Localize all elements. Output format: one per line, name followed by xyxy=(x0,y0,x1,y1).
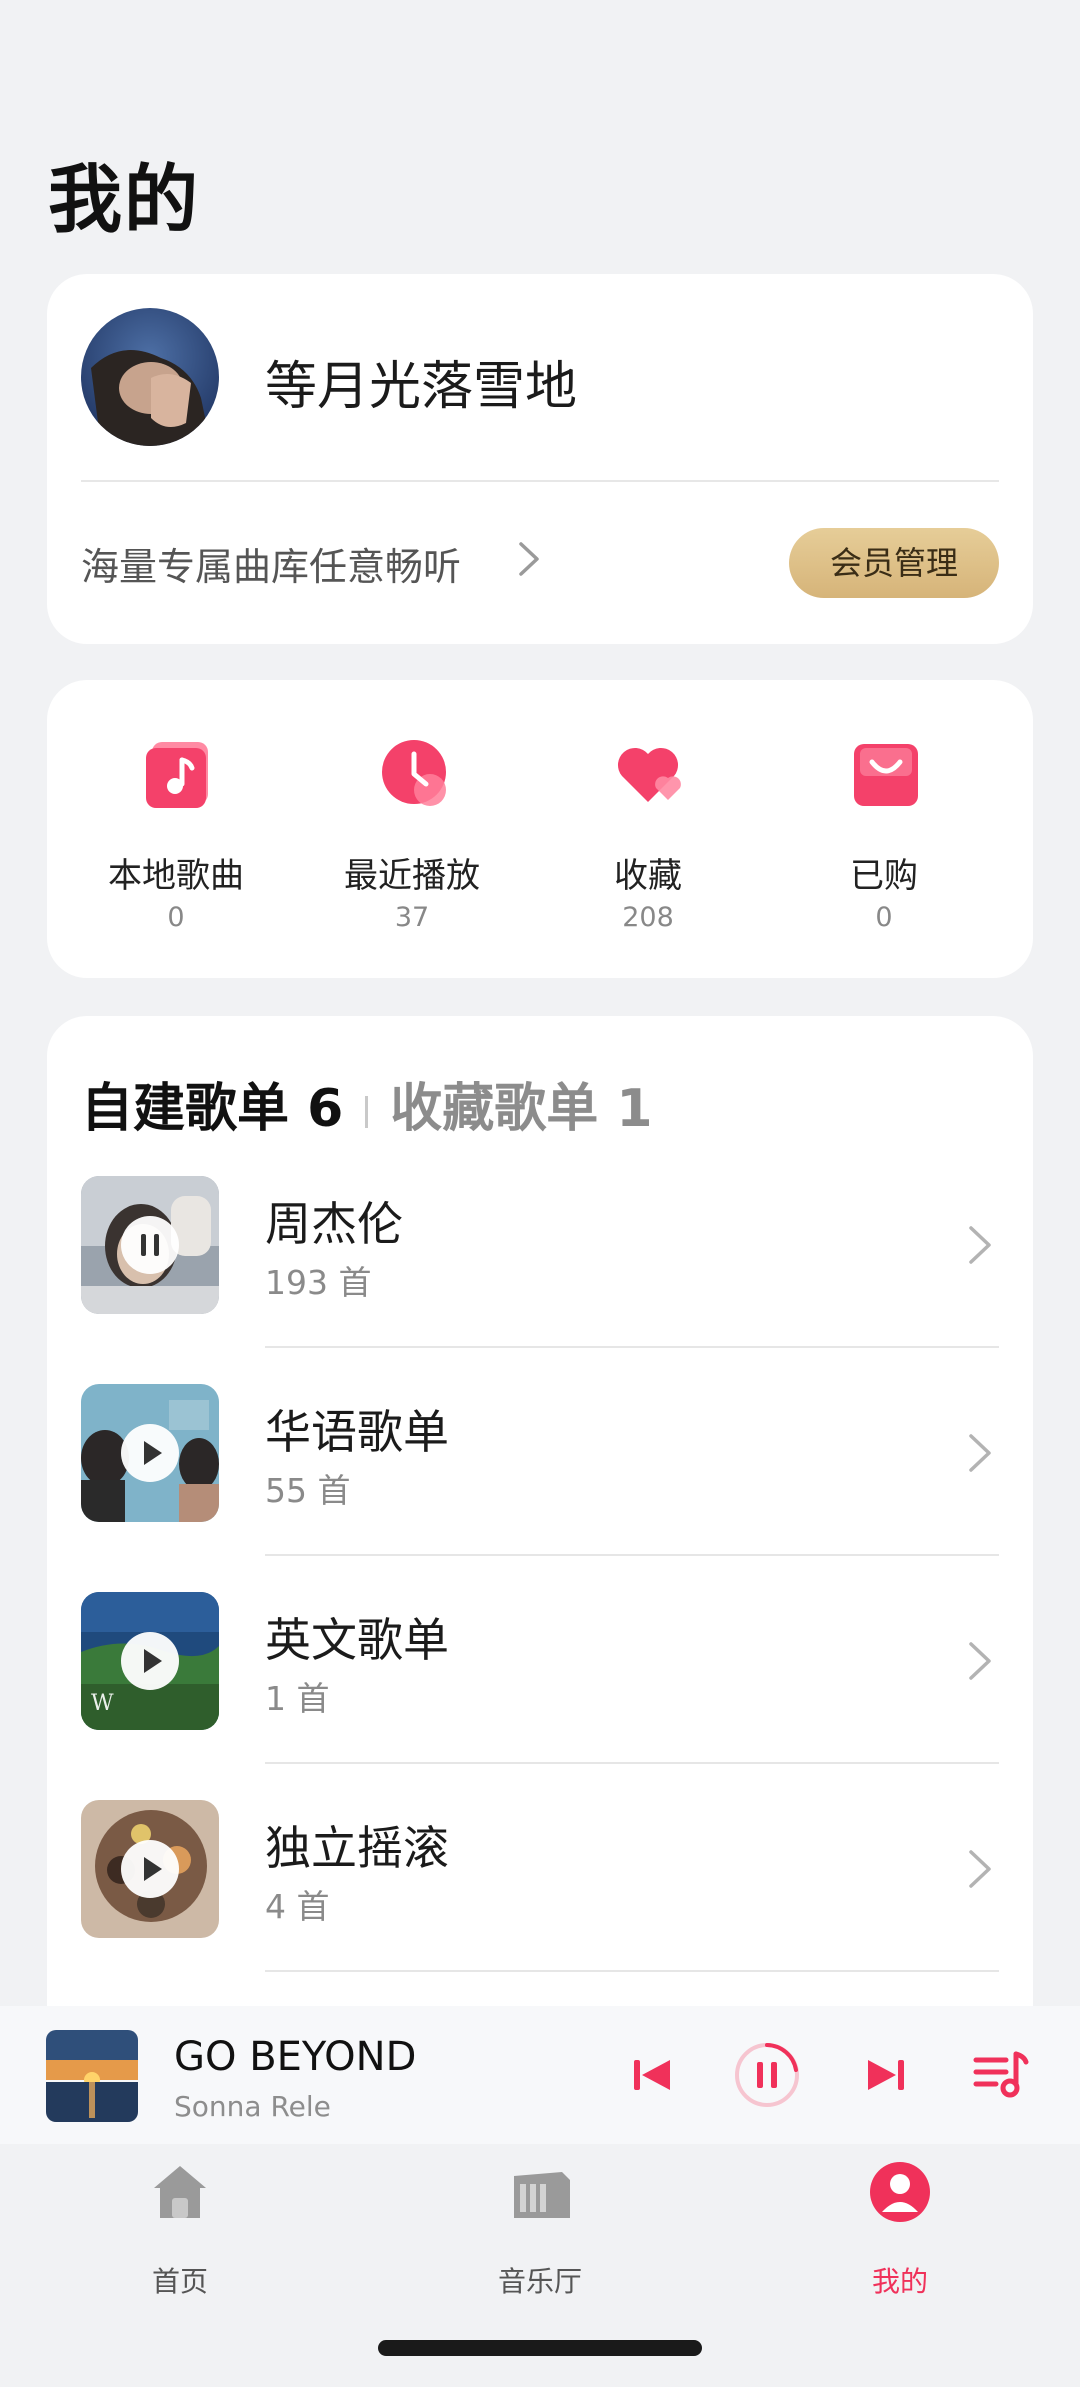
home-icon xyxy=(154,2166,206,2218)
playlist-row[interactable]: 独立摇滚 4 首 xyxy=(47,1800,1033,2008)
mini-player[interactable]: GO BEYOND Sonna Rele xyxy=(0,2006,1080,2144)
playlist-count: 4 首 xyxy=(265,1887,330,1926)
playlist-cover[interactable] xyxy=(81,1800,219,1938)
now-playing-artist: Sonna Rele xyxy=(174,2090,331,2123)
quick-local-songs[interactable]: 本地歌曲 0 xyxy=(61,680,291,978)
quick-label: 已购 xyxy=(850,856,918,896)
row-divider xyxy=(265,1554,999,1556)
shopping-bag-icon xyxy=(854,744,918,806)
playlist-title: 周杰伦 xyxy=(265,1197,403,1251)
play-icon[interactable] xyxy=(121,1840,179,1898)
playlist-cover[interactable] xyxy=(81,1384,219,1522)
now-playing-cover[interactable] xyxy=(46,2030,138,2122)
playlist-queue-icon[interactable] xyxy=(968,2042,1034,2108)
quick-label: 本地歌曲 xyxy=(108,856,244,896)
profile-card[interactable]: 等月光落雪地 海量专属曲库任意畅听 会员管理 xyxy=(47,274,1033,644)
svg-text:W: W xyxy=(91,1691,114,1716)
tab-created-playlists[interactable]: 自建歌单 6 xyxy=(81,1079,343,1139)
playlist-title: 独立摇滚 xyxy=(265,1821,449,1875)
previous-track-icon[interactable] xyxy=(620,2042,686,2108)
now-playing-title: GO BEYOND xyxy=(174,2034,417,2080)
chevron-right-icon[interactable] xyxy=(509,536,549,582)
quick-count: 37 xyxy=(394,902,430,933)
chevron-right-icon[interactable] xyxy=(965,1636,995,1686)
nav-label: 首页 xyxy=(151,2265,208,2298)
nav-music-hall[interactable]: 音乐厅 xyxy=(440,2160,640,2300)
quick-favorites[interactable]: 收藏 208 xyxy=(533,680,763,978)
next-track-icon[interactable] xyxy=(852,2042,918,2108)
chevron-right-icon[interactable] xyxy=(965,1220,995,1270)
username[interactable]: 等月光落雪地 xyxy=(265,344,577,419)
vip-promo-link[interactable]: 海量专属曲库任意畅听 xyxy=(81,536,461,591)
playlist-title: 华语歌单 xyxy=(265,1405,449,1459)
playlist-count: 193 首 xyxy=(265,1263,372,1302)
quick-label: 收藏 xyxy=(614,856,682,896)
quick-recent-play[interactable]: 最近播放 37 xyxy=(297,680,527,978)
clock-icon xyxy=(382,740,446,806)
playlist-cover[interactable]: W xyxy=(81,1592,219,1730)
tab-favorited-playlists[interactable]: 收藏歌单 1 xyxy=(390,1079,652,1139)
vip-management-button[interactable]: 会员管理 xyxy=(789,528,999,598)
avatar[interactable] xyxy=(81,308,219,446)
pause-icon[interactable] xyxy=(734,2042,800,2108)
divider xyxy=(81,480,999,482)
tab-separator xyxy=(365,1096,369,1128)
quick-purchased[interactable]: 已购 0 xyxy=(769,680,999,978)
home-indicator[interactable] xyxy=(378,2340,702,2356)
playlist-cover[interactable] xyxy=(81,1176,219,1314)
row-divider xyxy=(265,1762,999,1764)
quick-count: 0 xyxy=(167,902,185,933)
row-divider xyxy=(265,1346,999,1348)
playlist-count: 1 首 xyxy=(265,1679,330,1718)
playlist-row[interactable]: 华语歌单 55 首 xyxy=(47,1384,1033,1592)
nav-mine[interactable]: 我的 xyxy=(800,2160,1000,2300)
chevron-right-icon[interactable] xyxy=(965,1844,995,1894)
playlist-row[interactable]: W 英文歌单 1 首 xyxy=(47,1592,1033,1800)
playlist-card: 自建歌单 6 收藏歌单 1 周杰伦 193 首 华语歌单 55 首 W 英文歌单… xyxy=(47,1016,1033,2016)
nav-label: 我的 xyxy=(871,2265,928,2298)
play-icon[interactable] xyxy=(121,1632,179,1690)
quick-count: 0 xyxy=(875,902,893,933)
playlist-row[interactable]: 周杰伦 193 首 xyxy=(47,1176,1033,1384)
play-icon[interactable] xyxy=(121,1424,179,1482)
row-divider xyxy=(265,1970,999,1972)
page-title: 我的 xyxy=(48,157,200,243)
chevron-right-icon[interactable] xyxy=(965,1428,995,1478)
nav-label: 音乐厅 xyxy=(497,2265,582,2298)
quick-count: 208 xyxy=(622,902,674,933)
heart-icon xyxy=(617,747,681,802)
playlist-tabs: 自建歌单 6 收藏歌单 1 xyxy=(81,1066,653,1141)
quick-label: 最近播放 xyxy=(344,856,480,896)
playlist-count: 55 首 xyxy=(265,1471,351,1510)
nav-home[interactable]: 首页 xyxy=(80,2160,280,2300)
pause-icon[interactable] xyxy=(121,1216,179,1274)
quick-access-card: 本地歌曲 0 最近播放 37 收藏 208 已购 0 xyxy=(47,680,1033,978)
profile-icon xyxy=(870,2162,930,2222)
music-hall-icon xyxy=(514,2172,570,2218)
playlist-title: 英文歌单 xyxy=(265,1613,449,1667)
music-note-icon xyxy=(146,742,208,808)
